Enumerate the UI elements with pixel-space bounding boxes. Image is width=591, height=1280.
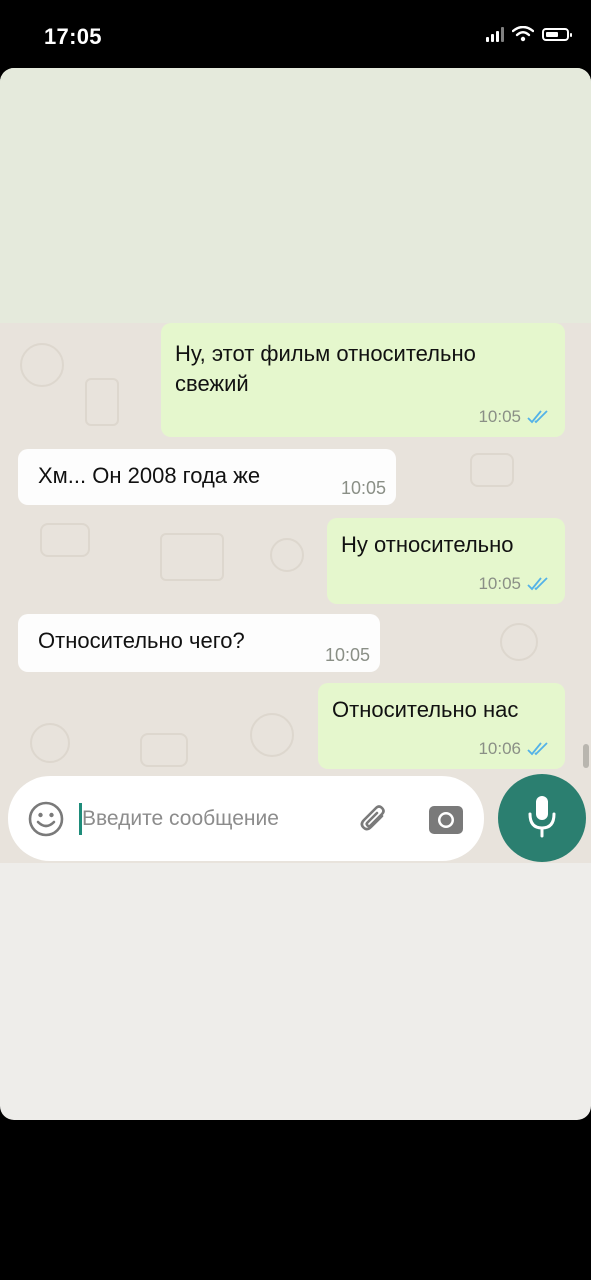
microphone-icon xyxy=(528,796,556,838)
message-meta: 10:05 xyxy=(325,645,370,666)
message-time: 10:05 xyxy=(324,645,370,665)
message-time: 10:05 xyxy=(340,478,386,498)
wallpaper-doodle xyxy=(270,538,304,572)
message-time: 10:05 xyxy=(478,574,521,593)
message-bubble-incoming[interactable]: Хм... Он 2008 года же 10:05 xyxy=(18,449,396,505)
scroll-indicator[interactable] xyxy=(583,744,589,768)
battery-icon xyxy=(542,27,572,41)
message-text: Ну, этот фильм относительно свежий xyxy=(175,341,476,396)
message-meta: 10:05 xyxy=(478,407,551,427)
camera-icon[interactable] xyxy=(426,802,466,838)
message-text: Ну относительно xyxy=(341,532,514,557)
message-text: Хм... Он 2008 года же xyxy=(38,463,261,488)
message-text: Относительно нас xyxy=(332,697,519,722)
status-time: 17:05 xyxy=(44,24,102,49)
wallpaper-doodle xyxy=(40,523,90,557)
wallpaper-doodle xyxy=(140,733,188,767)
message-time: 10:06 xyxy=(478,739,521,758)
wallpaper-doodle xyxy=(250,713,294,757)
wallpaper-doodle xyxy=(470,453,514,487)
message-text: Относительно чего? xyxy=(38,628,245,653)
message-time: 10:05 xyxy=(478,407,521,426)
read-receipt-icon xyxy=(527,577,548,591)
message-bubble-outgoing[interactable]: Ну относительно 10:05 xyxy=(327,518,565,604)
wallpaper-doodle xyxy=(160,533,224,581)
wallpaper-doodle xyxy=(500,623,538,661)
message-bubble-incoming[interactable]: Относительно чего? 10:05 xyxy=(18,614,380,672)
message-meta: 10:06 xyxy=(478,739,551,759)
read-receipt-icon xyxy=(527,742,548,756)
status-bar: 17:05 xyxy=(0,0,591,68)
wallpaper-doodle xyxy=(20,343,64,387)
wallpaper-doodle xyxy=(30,723,70,763)
read-receipt-icon xyxy=(527,410,548,424)
message-input[interactable]: Введите сообщение xyxy=(82,807,279,831)
message-meta: 10:05 xyxy=(478,574,551,594)
status-icons xyxy=(486,26,572,42)
signal-icon xyxy=(486,26,504,42)
message-bubble-outgoing[interactable]: Ну, этот фильм относительно свежий 10:05 xyxy=(161,323,565,437)
chat-top-area xyxy=(0,68,591,323)
message-bubble-outgoing[interactable]: Относительно нас 10:06 xyxy=(318,683,565,769)
voice-message-button[interactable] xyxy=(498,774,586,862)
paperclip-icon[interactable] xyxy=(355,799,395,839)
screenshot-card: Ну, этот фильм относительно свежий 10:05… xyxy=(0,68,591,1120)
emoji-icon[interactable] xyxy=(27,800,65,838)
message-input-bar[interactable]: Введите сообщение xyxy=(8,776,484,861)
wallpaper-doodle xyxy=(85,378,119,426)
message-meta: 10:05 xyxy=(341,478,386,499)
wifi-icon xyxy=(512,26,534,42)
